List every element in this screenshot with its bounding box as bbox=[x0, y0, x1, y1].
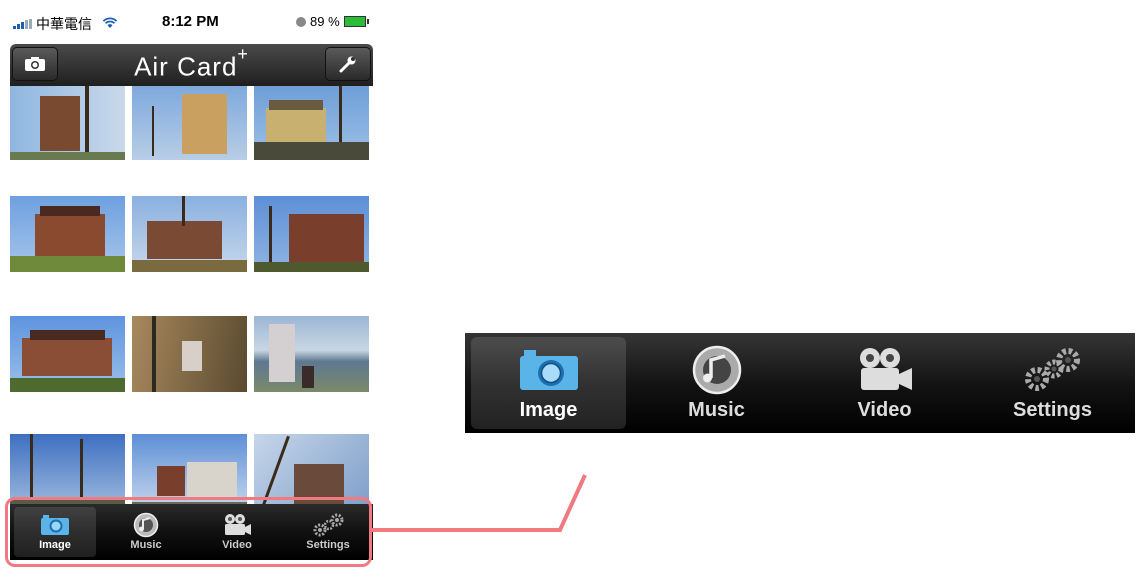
zoom-tab-image-label: Image bbox=[519, 398, 578, 421]
zoom-tab-music[interactable]: Music bbox=[633, 333, 800, 433]
callout-connector bbox=[372, 474, 587, 532]
zoom-tab-music-label: Music bbox=[688, 398, 745, 421]
film-camera-icon bbox=[856, 345, 914, 395]
zoom-tab-video-label: Video bbox=[857, 398, 912, 421]
music-disc-icon bbox=[691, 345, 743, 395]
zoom-tab-settings-label: Settings bbox=[1013, 398, 1092, 421]
gears-icon bbox=[1023, 345, 1083, 395]
zoom-tab-video[interactable]: Video bbox=[801, 333, 968, 433]
zoom-tab-image[interactable]: Image bbox=[465, 333, 632, 433]
zoom-tab-settings[interactable]: Settings bbox=[969, 333, 1135, 433]
zoomed-tab-bar: Image Music Video Settings bbox=[465, 333, 1135, 433]
camera-icon bbox=[518, 345, 580, 395]
